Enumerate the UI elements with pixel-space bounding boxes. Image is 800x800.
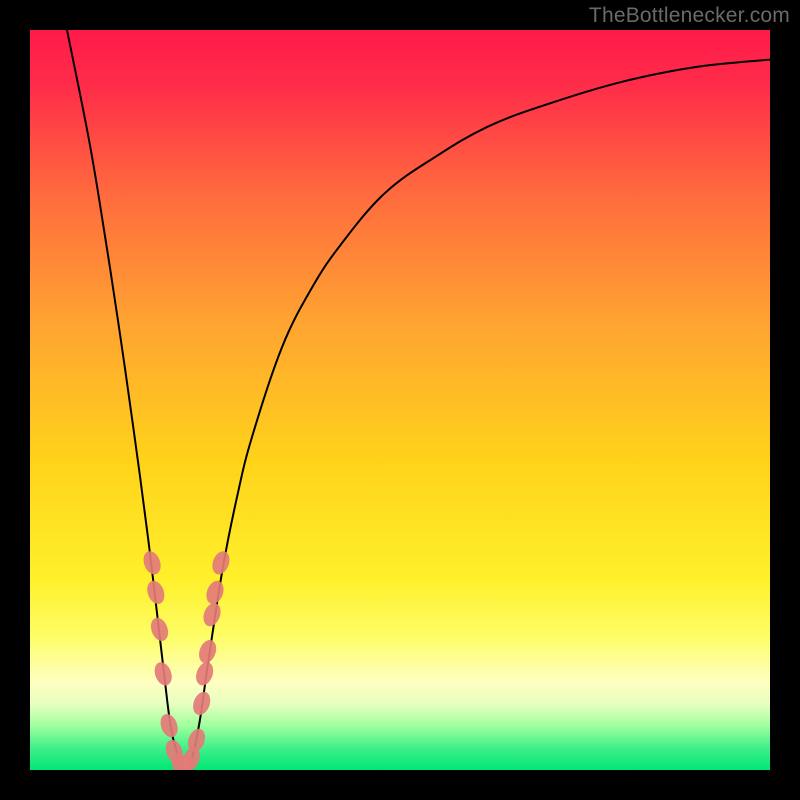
chart-svg [30, 30, 770, 770]
chart-background-gradient [30, 30, 770, 770]
chart-plot-area [30, 30, 770, 770]
watermark-text: TheBottlenecker.com [589, 4, 790, 28]
chart-frame: TheBottlenecker.com [0, 0, 800, 800]
